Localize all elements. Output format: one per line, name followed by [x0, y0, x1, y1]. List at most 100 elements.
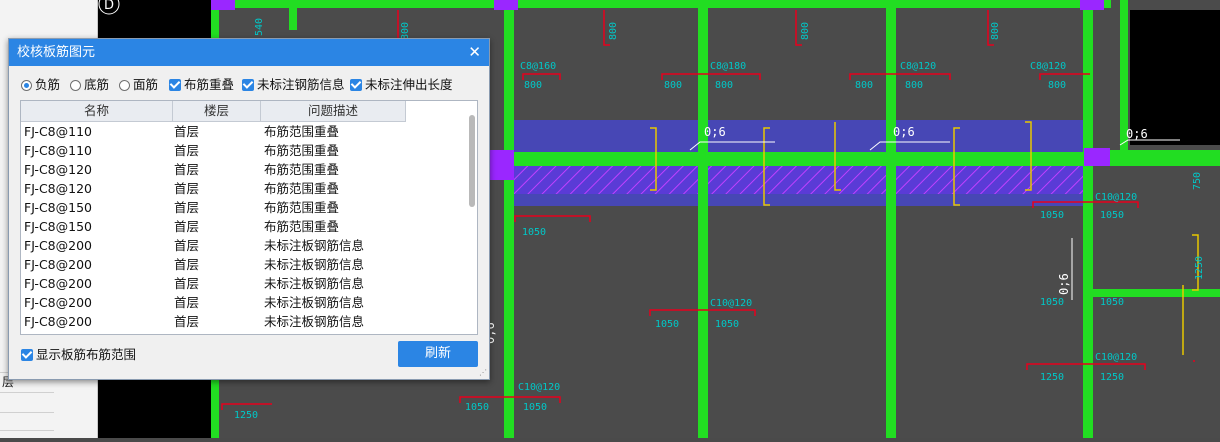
cad-label: C8@160: [520, 61, 556, 72]
radio-bottom-rebar[interactable]: 底筋: [70, 76, 109, 94]
beam-top: [211, 0, 1111, 8]
cad-label: 1050: [1100, 297, 1124, 308]
beam-right-top: [1110, 150, 1220, 157]
cell-floor: 首层: [174, 200, 200, 215]
cell-floor: 首层: [174, 219, 200, 234]
beam-right: [1086, 289, 1220, 297]
table-row[interactable]: FJ-C8@150 首层 布筋范围重叠: [21, 198, 466, 217]
refresh-button[interactable]: 刷新: [398, 341, 478, 367]
resize-grip-icon[interactable]: ⋰: [479, 369, 487, 377]
cad-label: 1050: [465, 402, 489, 413]
cad-label: 1050: [1040, 297, 1064, 308]
cad-label: 800: [524, 80, 542, 91]
cad-label: 0;6: [1057, 273, 1071, 295]
cell-issue: 布筋范围重叠: [264, 181, 340, 196]
cell-floor: 首层: [174, 238, 200, 253]
cad-label: 0;6: [704, 125, 726, 139]
cad-label: 1250: [1100, 372, 1124, 383]
cad-label: 1050: [715, 319, 739, 330]
issue-table[interactable]: 名称 楼层 问题描述 FJ-C8@110 首层 布筋范围重叠 FJ-C8@110 首层布…: [20, 100, 478, 335]
column: [490, 150, 514, 180]
cell-floor: 首层: [174, 143, 200, 158]
cell-name: FJ-C8@120: [24, 181, 92, 196]
cell-name: FJ-C8@200: [24, 257, 92, 272]
cad-canvas[interactable]: C8@160 C8@180 C8@120 C8@120 C10@120 C10@120 C1…: [0, 0, 1220, 438]
cad-label: 540: [254, 18, 265, 36]
radio-icon: [119, 80, 130, 91]
cell-name: FJ-C8@110: [24, 143, 92, 158]
cad-label: 800: [664, 80, 682, 91]
table-row[interactable]: FJ-C8@200 首层 未标注板钢筋信息: [21, 236, 466, 255]
cad-label: 0;6: [1126, 127, 1148, 141]
cell-name: FJ-C8@200: [24, 276, 92, 291]
cad-label: C10@120: [1095, 352, 1137, 363]
cell-name: FJ-C8@200: [24, 314, 92, 329]
table-row[interactable]: FJ-C8@110 首层 布筋范围重叠: [21, 141, 466, 160]
cad-label: 1050: [523, 402, 547, 413]
hatch-region: [513, 166, 1087, 194]
panel-row: [0, 392, 54, 411]
cell-name: FJ-C8@110: [24, 124, 92, 139]
checkbox-label: 布筋重叠: [184, 77, 235, 92]
checkbox-show-range[interactable]: 显示板筋布筋范围: [21, 346, 136, 364]
cad-label: 1050: [655, 319, 679, 330]
column-header-name[interactable]: 名称: [21, 101, 173, 121]
cell-issue: 未标注板钢筋信息: [264, 314, 365, 329]
cell-floor: 首层: [174, 181, 200, 196]
cad-label: 1050: [522, 227, 546, 238]
checkbox-checked-icon: [169, 79, 181, 91]
table-row[interactable]: FJ-C8@150 首层 布筋范围重叠: [21, 217, 466, 236]
radio-top-rebar[interactable]: 面筋: [119, 76, 158, 94]
cad-label: 800: [608, 22, 619, 40]
cad-label: C8@120: [900, 61, 936, 72]
checkbox-no-extension[interactable]: 未标注伸出长度: [350, 76, 453, 94]
cell-floor: 首层: [174, 257, 200, 272]
checkbox-no-rebar-info[interactable]: 未标注钢筋信息: [242, 76, 345, 94]
cad-label: 750: [1192, 172, 1203, 190]
column-header-floor[interactable]: 楼层: [173, 101, 261, 121]
column-header-issue[interactable]: 问题描述: [261, 101, 406, 121]
cad-label: 1250: [1040, 372, 1064, 383]
axis-label: D: [104, 0, 114, 13]
beam-v2: [289, 0, 297, 30]
cell-issue: 布筋范围重叠: [264, 124, 340, 139]
cell-name: FJ-C8@150: [24, 219, 92, 234]
checkbox-label: 显示板筋布筋范围: [36, 347, 137, 362]
table-row[interactable]: FJ-C8@120 首层 布筋范围重叠: [21, 179, 466, 198]
table-row[interactable]: FJ-C8@200 首层 未标注板钢筋信息: [21, 255, 466, 274]
cad-label: C8@180: [710, 61, 746, 72]
cell-name: FJ-C8@120: [24, 162, 92, 177]
close-icon[interactable]: ✕: [468, 39, 481, 66]
cell-issue: 未标注板钢筋信息: [264, 276, 365, 291]
cad-label: 800: [855, 80, 873, 91]
beam-v4: [698, 0, 708, 438]
table-row[interactable]: FJ-C8@200 首层 未标注板钢筋信息: [21, 274, 466, 293]
check-rebar-dialog[interactable]: 校核板筋图元 ✕ 负筋 底筋 面筋 布筋重叠 未标注钢筋信息 未标注伸出长度 名…: [8, 38, 490, 380]
cad-label: 800: [990, 22, 1001, 40]
table-row[interactable]: FJ-C8@110 首层 布筋范围重叠: [21, 122, 466, 141]
checkbox-label: 未标注伸出长度: [365, 77, 453, 92]
cad-label: 800: [1048, 80, 1066, 91]
cad-label: 0;6: [893, 125, 915, 139]
cell-issue: 未标注板钢筋信息: [264, 295, 365, 310]
table-scrollbar[interactable]: [469, 115, 475, 207]
dialog-titlebar[interactable]: 校核板筋图元 ✕: [9, 39, 489, 66]
cell-floor: 首层: [174, 314, 200, 329]
cad-label: 800: [800, 22, 811, 40]
table-header: 名称 楼层 问题描述: [21, 101, 406, 122]
table-row[interactable]: FJ-C8@120 首层 布筋范围重叠: [21, 160, 466, 179]
radio-checked-icon: [21, 80, 32, 91]
checkbox-overlap[interactable]: 布筋重叠: [169, 76, 234, 94]
table-row[interactable]: FJ-C8@200 首层 未标注板钢筋信息: [21, 312, 466, 331]
cell-issue: 未标注板钢筋信息: [264, 238, 365, 253]
checkbox-checked-icon: [21, 349, 33, 361]
cad-label: 1250: [1194, 256, 1205, 280]
radio-negative-rebar[interactable]: 负筋: [21, 76, 60, 94]
table-row[interactable]: FJ-C8@200 首层 未标注板钢筋信息: [21, 293, 466, 312]
axis-bubble: D: [98, 0, 120, 15]
cell-issue: 布筋范围重叠: [264, 162, 340, 177]
cell-issue: 布筋范围重叠: [264, 200, 340, 215]
radio-label: 负筋: [35, 77, 61, 92]
opening-area: [1130, 10, 1220, 145]
cell-name: FJ-C8@200: [24, 295, 92, 310]
